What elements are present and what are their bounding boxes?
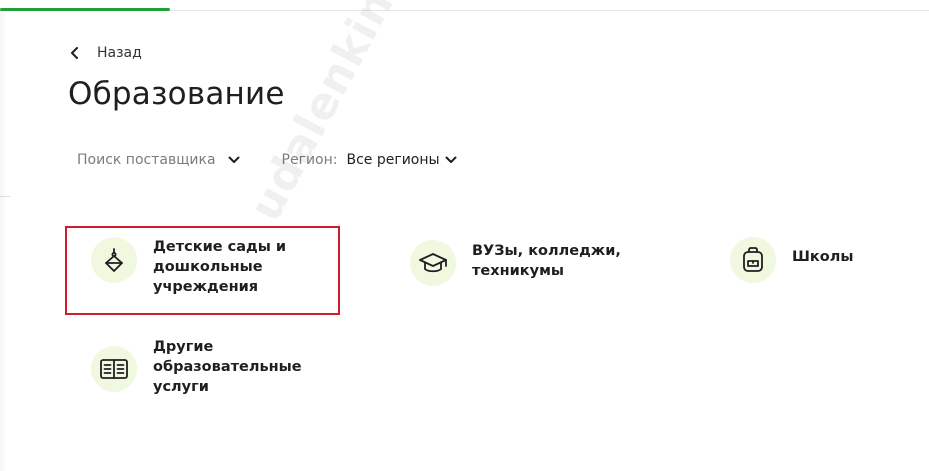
left-panel-divider: [0, 196, 10, 197]
category-label: Другие образовательные услуги: [153, 339, 302, 395]
top-bar: [0, 0, 929, 12]
back-link[interactable]: Назад: [70, 44, 142, 62]
category-label: Школы: [792, 249, 854, 265]
backpack-icon: [730, 237, 776, 283]
category-other-services[interactable]: Другие образовательные услуги: [91, 337, 313, 397]
filters-bar: Поиск поставщика Регион: Все регионы: [77, 148, 457, 172]
category-schools[interactable]: Школы: [730, 237, 853, 283]
category-label: Детские сады и дошкольные учреждения: [153, 239, 287, 295]
chevron-down-icon: [445, 156, 457, 164]
watermark-text: udalenking.ru: [240, 0, 454, 229]
toy-top-icon: [91, 237, 137, 283]
region-label: Регион:: [281, 152, 338, 168]
open-book-icon: [91, 346, 137, 392]
back-label: Назад: [97, 45, 142, 61]
chevron-left-icon: [70, 44, 84, 62]
graduation-cap-icon: [410, 240, 456, 286]
page-title: Образование: [68, 76, 285, 112]
category-universities[interactable]: ВУЗы, колледжи, техникумы: [410, 240, 642, 286]
region-value: Все регионы: [346, 152, 440, 168]
category-label: ВУЗы, колледжи, техникумы: [472, 243, 621, 279]
supplier-search-dropdown[interactable]: Поиск поставщика: [77, 152, 240, 168]
chevron-down-icon: [228, 156, 240, 164]
region-dropdown[interactable]: Регион: Все регионы: [282, 152, 457, 168]
left-panel-edge: [0, 12, 7, 471]
supplier-search-label: Поиск поставщика: [77, 152, 216, 168]
top-bar-active-indicator: [0, 8, 170, 11]
category-kindergartens[interactable]: Детские сады и дошкольные учреждения: [91, 237, 303, 297]
